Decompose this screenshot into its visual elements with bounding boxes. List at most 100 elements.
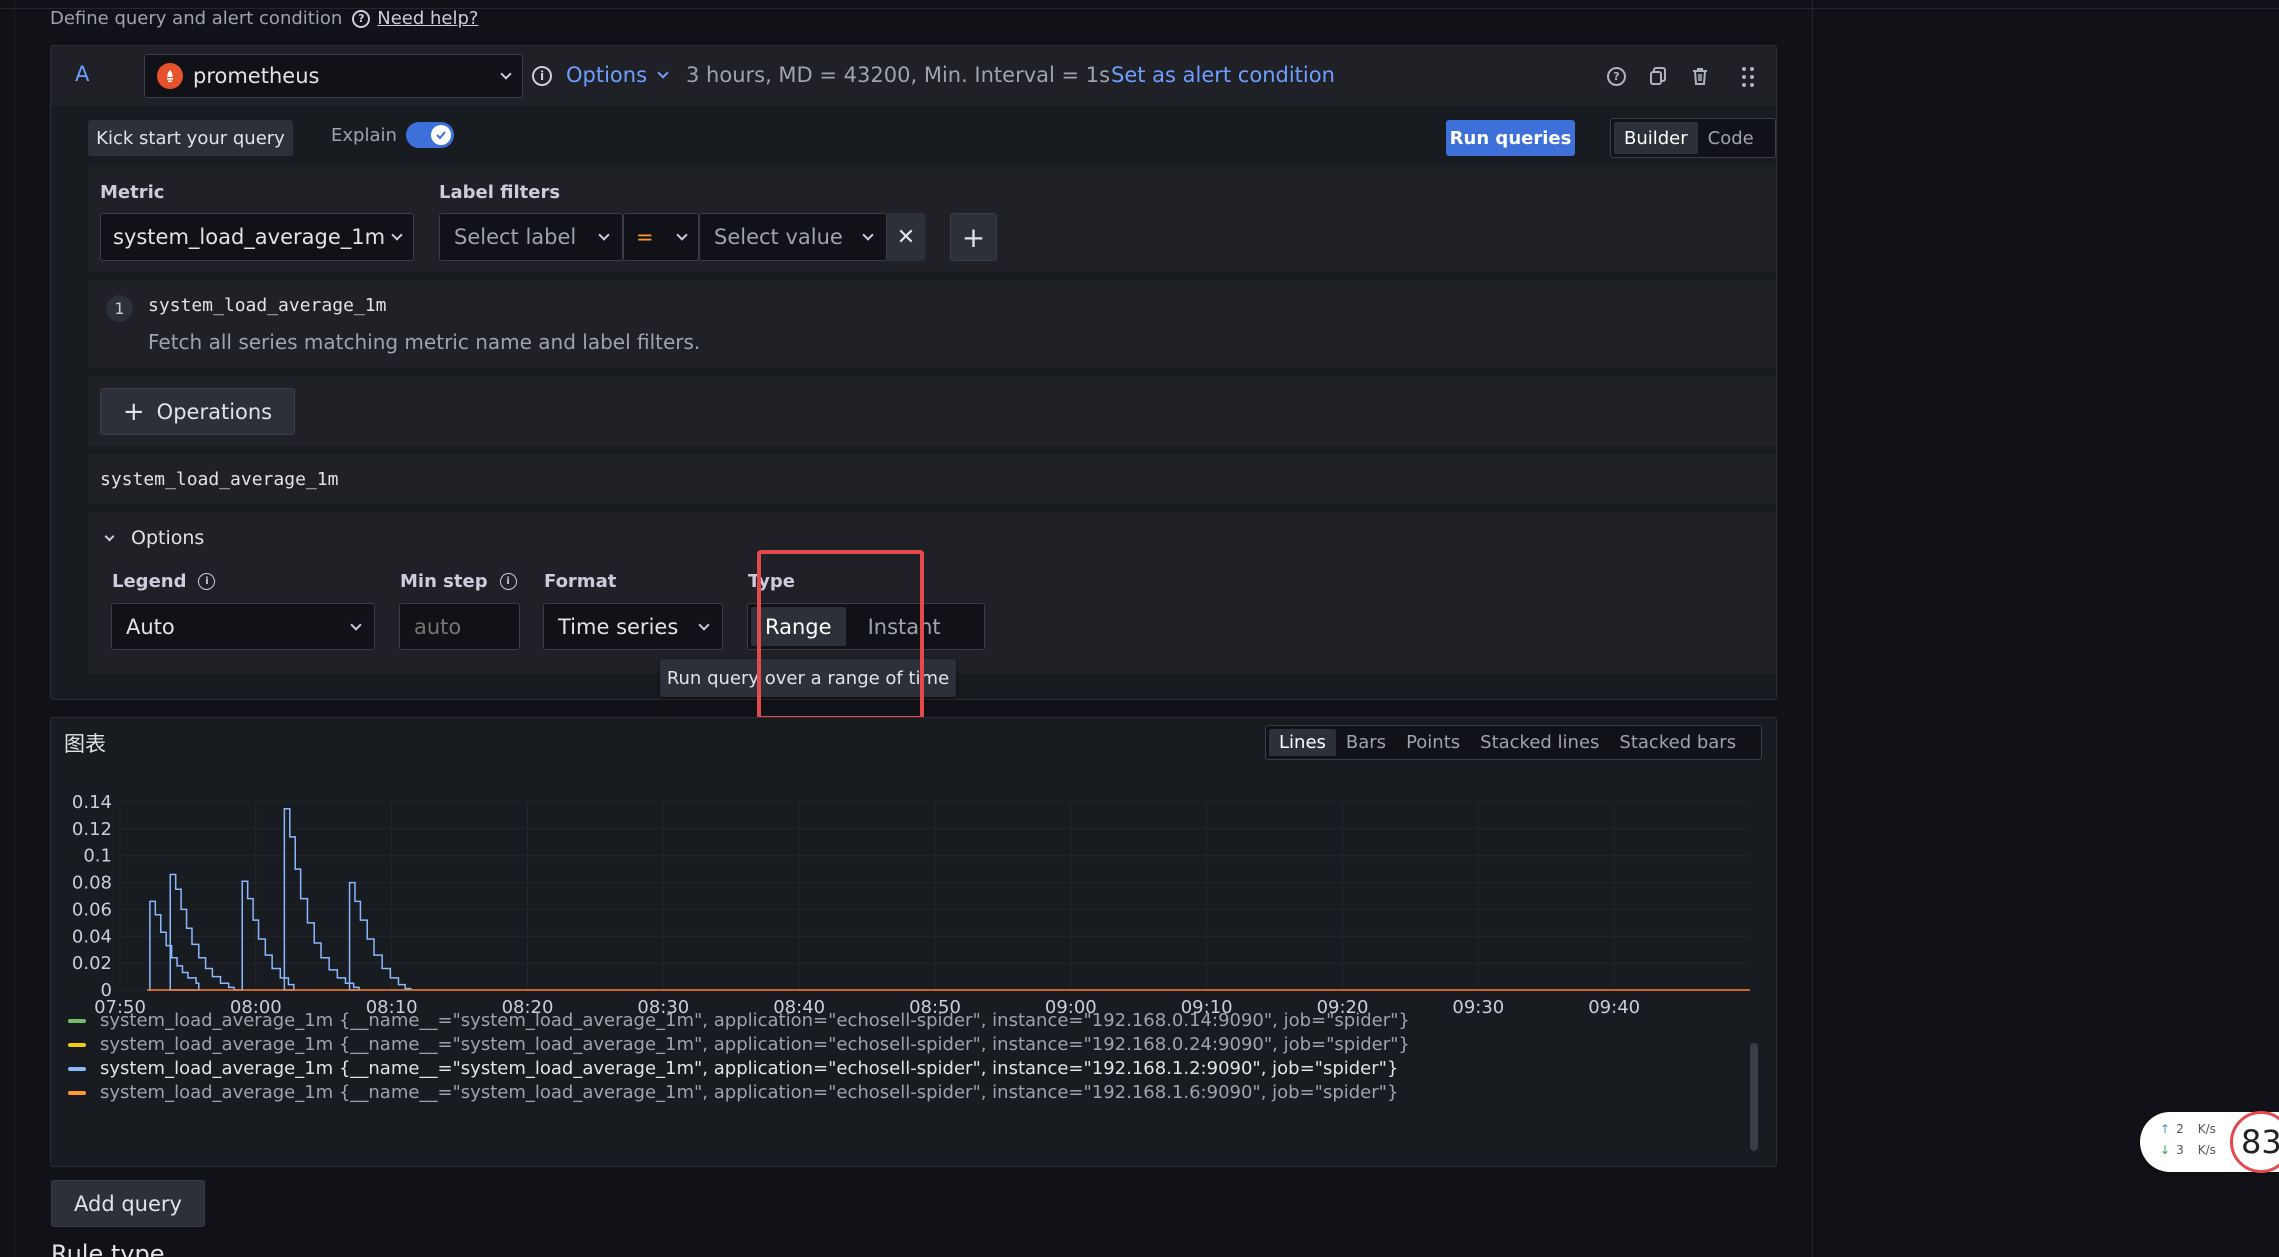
add-filter-plus-icon[interactable]: + [950, 213, 997, 261]
run-queries-button[interactable]: Run queries [1446, 120, 1575, 156]
y-tick-label: 0.04 [72, 926, 112, 947]
y-tick-label: 0.12 [72, 819, 112, 840]
chevron-down-icon [391, 229, 403, 241]
plus-icon: + [122, 396, 145, 427]
download-rate: ↓ 3 K/s [2160, 1143, 2216, 1157]
options-collapse-toggle[interactable]: Options [104, 527, 204, 549]
explain-section [88, 280, 1776, 368]
mode-stacked-bars-button[interactable]: Stacked bars [1609, 729, 1746, 756]
info-icon: i [198, 573, 216, 590]
query-options-summary: 3 hours, MD = 43200, Min. Interval = 1s [686, 63, 1111, 87]
section-subtitle: Define query and alert condition [50, 8, 343, 29]
metric-label: Metric [100, 182, 165, 203]
legend-swatch [68, 1042, 86, 1047]
legend-entry[interactable]: system_load_average_1m {__name__="system… [68, 1058, 1398, 1079]
chevron-down-icon [862, 229, 874, 241]
explain-step-number: 1 [106, 295, 133, 322]
legend-label: Legend [112, 571, 187, 592]
graph-mode-switch: Lines Bars Points Stacked lines Stacked … [1265, 725, 1762, 760]
y-tick-label: 0.02 [72, 953, 112, 974]
right-divider [1812, 0, 1813, 1257]
check-icon [431, 125, 451, 145]
chevron-down-icon [350, 618, 362, 631]
legend-text: system_load_average_1m {__name__="system… [100, 1034, 1410, 1055]
info-icon: i [499, 573, 517, 590]
y-tick-label: 0.08 [72, 873, 112, 894]
prometheus-logo-icon [157, 63, 183, 89]
format-label: Format [544, 571, 617, 592]
legend-scrollbar[interactable] [1750, 1043, 1758, 1151]
raw-query-section [88, 454, 1776, 504]
chevron-down-icon [676, 229, 688, 241]
kick-start-button[interactable]: Kick start your query [88, 120, 293, 156]
builder-mode-button[interactable]: Builder [1614, 122, 1698, 154]
time-series-chart: 0.140.120.10.080.060.040.02007:50 08:00 08… [72, 792, 1750, 1018]
legend-entry[interactable]: system_load_average_1m {__name__="system… [68, 1012, 1410, 1031]
upload-unit: K/s [2197, 1122, 2216, 1136]
legend-select[interactable]: Auto [111, 603, 375, 650]
upload-rate: ↑ 2 K/s [2160, 1122, 2216, 1136]
upload-value: 2 [2176, 1122, 2184, 1136]
highlight-box [757, 550, 924, 720]
chevron-down-icon [657, 67, 669, 79]
chevron-down-icon [104, 531, 115, 541]
query-options-label: Options [566, 63, 648, 87]
query-options-toggle[interactable]: Options [566, 63, 669, 87]
metric-select[interactable]: system_load_average_1m [100, 213, 414, 261]
remove-filter-close-icon[interactable]: ✕ [887, 213, 925, 261]
format-value: Time series [558, 614, 679, 639]
arrow-down-icon: ↓ [2160, 1143, 2171, 1157]
label-filters-label: Label filters [439, 182, 561, 203]
legend-swatch [68, 1066, 86, 1071]
legend-text: system_load_average_1m {__name__="system… [100, 1012, 1410, 1031]
min-step-input[interactable] [399, 603, 520, 650]
add-query-button[interactable]: Add query [51, 1180, 205, 1227]
metric-value: system_load_average_1m [113, 225, 386, 249]
mode-stacked-lines-button[interactable]: Stacked lines [1470, 729, 1609, 756]
network-monitor-widget[interactable]: ↑ 2 K/s ↓ 3 K/s 83 [2140, 1111, 2279, 1173]
format-select[interactable]: Time series [543, 603, 723, 650]
arrow-up-icon: ↑ [2160, 1122, 2171, 1136]
legend-text: system_load_average_1m {__name__="system… [100, 1058, 1399, 1079]
legend-value: Auto [126, 614, 175, 639]
operator-value: = [636, 225, 654, 249]
explain-toggle[interactable] [406, 122, 454, 148]
info-icon: i [532, 66, 552, 86]
duplicate-icon[interactable] [1648, 66, 1668, 86]
mode-points-button[interactable]: Points [1396, 729, 1470, 756]
legend-swatch [68, 1090, 86, 1095]
counter-badge: 83 [2230, 1111, 2279, 1173]
y-tick-label: 0.1 [83, 846, 112, 867]
add-operations-button[interactable]: + Operations [100, 388, 295, 435]
code-mode-button[interactable]: Code [1698, 122, 1764, 154]
datasource-picker[interactable]: prometheus [144, 54, 523, 98]
trash-icon[interactable] [1690, 66, 1710, 86]
select-label-dropdown[interactable]: Select label [439, 213, 623, 261]
drag-handle-icon[interactable] [1741, 66, 1755, 88]
explain-step-description: Fetch all series matching metric name an… [148, 330, 701, 354]
download-unit: K/s [2197, 1143, 2216, 1157]
need-help-link[interactable]: Need help? [377, 8, 478, 29]
query-ref-id[interactable]: A [75, 62, 89, 86]
min-step-label: Min step [400, 571, 488, 592]
chevron-down-icon [500, 68, 512, 80]
chevron-down-icon [598, 229, 610, 241]
help-icon[interactable]: ? [1607, 67, 1626, 86]
select-value-placeholder: Select value [714, 225, 843, 249]
legend-entry[interactable]: system_load_average_1m {__name__="system… [68, 1082, 1398, 1103]
legend-list: system_load_average_1m {__name__="system… [52, 1012, 1752, 1162]
explain-label: Explain [331, 125, 397, 146]
datasource-name: prometheus [193, 64, 320, 88]
help-circle-icon: ? [352, 9, 371, 28]
left-divider [14, 0, 15, 1257]
set-alert-condition-link[interactable]: Set as alert condition [1111, 63, 1335, 87]
explain-step-code: system_load_average_1m [148, 295, 387, 316]
mode-bars-button[interactable]: Bars [1336, 729, 1396, 756]
y-tick-label: 0.14 [72, 792, 112, 813]
graph-title: 图表 [64, 732, 106, 756]
mode-lines-button[interactable]: Lines [1269, 729, 1336, 756]
operator-dropdown[interactable]: = [623, 213, 699, 261]
select-value-dropdown[interactable]: Select value [699, 213, 887, 261]
legend-entry[interactable]: system_load_average_1m {__name__="system… [68, 1034, 1410, 1055]
legend-text: system_load_average_1m {__name__="system… [100, 1082, 1399, 1103]
